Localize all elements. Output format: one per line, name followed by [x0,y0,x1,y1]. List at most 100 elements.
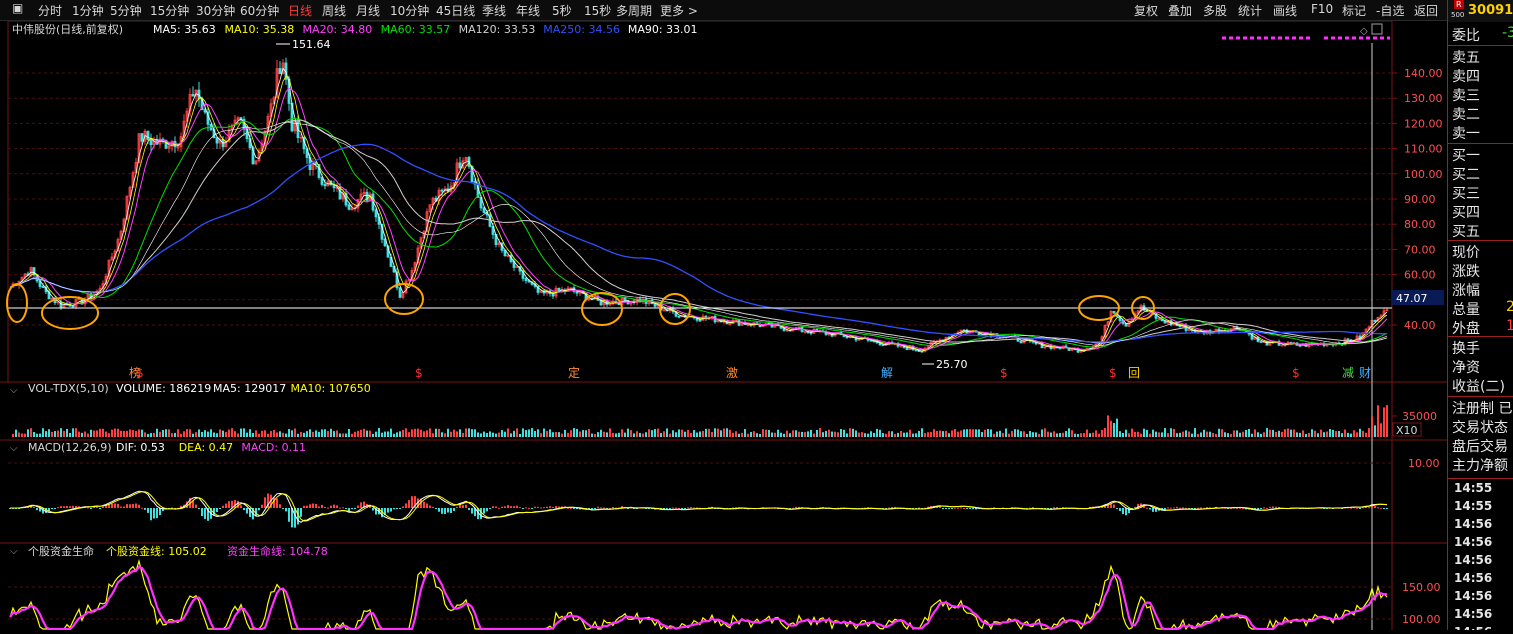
period-tab[interactable]: 5分钟 [110,2,142,19]
vol-indicator: MA5: 129017 [213,382,286,395]
fund-collapse-icon[interactable]: ⌵ [10,546,18,557]
volume-bar [471,429,473,437]
period-tab[interactable]: 1分钟 [72,2,104,19]
volume-bar [498,432,500,437]
macd-collapse-icon[interactable]: ⌵ [10,443,18,454]
macd-bar [672,507,674,509]
tick-time: 14:56 [1454,571,1493,585]
period-tab[interactable]: 分时 [38,2,62,19]
volume-bar [1320,429,1322,437]
event-marker[interactable]: $ [415,366,423,380]
volume-bar [873,432,875,437]
period-tab[interactable]: 15秒 [584,2,611,19]
period-tab[interactable]: 60分钟 [240,2,279,19]
event-marker[interactable]: 解 [881,366,893,380]
period-tab[interactable]: 15分钟 [150,2,189,19]
volume-bar [21,433,23,437]
price-ytick: 110.00 [1404,143,1443,156]
chart-area[interactable]: 中伟股份(日线,前复权) MA5: 35.63 MA10: 35.38 MA20: … [0,20,1447,631]
toolbar-button[interactable]: 多股 [1203,2,1227,19]
annotation-oval [6,283,28,323]
volume-bar [186,429,188,437]
macd-bar [939,506,941,508]
panel-toggle-icon[interactable]: ▣ [12,1,23,15]
macd-bar [201,508,203,517]
event-marker[interactable]: 定 [568,365,580,380]
candle-body [551,293,555,297]
ma-indicator: MA20: 34.80 [303,23,373,36]
volume-bar [1092,432,1094,437]
macd-bar [1197,507,1199,509]
event-marker[interactable]: 激 [726,366,738,380]
diamond-icon[interactable]: ◇ [1360,26,1368,37]
volume-bar [1365,432,1367,437]
period-tab[interactable]: 周线 [322,2,346,19]
volume-bar [330,428,332,437]
volume-bar [687,429,689,437]
macd-bar [318,506,320,508]
event-marker[interactable]: $ [1109,366,1117,380]
window-toggle-icon[interactable] [1371,23,1383,35]
candle-body [1298,344,1302,347]
macd-bar [234,499,236,508]
event-marker[interactable]: $ [1292,366,1300,380]
vol-collapse-icon[interactable]: ⌵ [10,385,18,396]
macd-bar [540,507,542,509]
info-label: 盘后交易 [1452,439,1508,455]
volume-bar [60,428,62,437]
period-tab[interactable]: 多周期 [616,2,652,19]
volume-bar [1071,430,1073,437]
event-marker[interactable]: 减 [1342,366,1354,380]
volume-bar [672,430,674,437]
period-tab[interactable]: 10分钟 [390,2,429,19]
volume-bar [768,430,770,437]
volume-bar [48,429,50,437]
toolbar-button[interactable]: F10 [1311,2,1333,16]
toolbar-button[interactable]: 复权 [1134,2,1158,19]
kline-chart-svg[interactable]: 中伟股份(日线,前复权) MA5: 35.63 MA10: 35.38 MA20: … [0,20,1447,631]
volume-bar [510,433,512,437]
period-tab[interactable]: 年线 [516,2,540,19]
ask-level-label: 卖五 [1452,50,1480,66]
macd-bar [1119,508,1121,512]
toolbar-button[interactable]: 标记 [1342,2,1366,19]
macd-bar [225,503,227,508]
volume-bar [1020,431,1022,437]
macd-bar [111,503,113,508]
period-tab[interactable]: 更多 > [660,2,698,19]
volume-bar [432,433,434,437]
period-tab[interactable]: 日线 [288,2,312,19]
event-marker[interactable]: 回 [1128,366,1140,380]
volume-bar [723,428,725,437]
volume-bar [1035,432,1037,437]
period-tab[interactable]: 5秒 [552,2,572,19]
macd-bar [204,508,206,519]
period-tab[interactable]: 30分钟 [196,2,235,19]
volume-bar [531,428,533,437]
volume-bar [1335,431,1337,437]
volume-bar [270,431,272,437]
volume-bar [411,429,413,437]
event-marker[interactable]: $ [1000,366,1008,380]
macd-panel-name: MACD(12,26,9) [28,441,112,454]
period-tab[interactable]: 月线 [356,2,380,19]
macd-bar [693,507,695,509]
ask-level-label: 卖二 [1452,107,1480,123]
toolbar-button[interactable]: 叠加 [1168,2,1192,19]
volume-bar [1098,433,1100,437]
volume-bar [792,430,794,437]
toolbar-button[interactable]: -自选 [1376,2,1404,19]
event-marker[interactable]: 财 [1359,366,1371,380]
period-tab[interactable]: 季线 [482,2,506,19]
volume-bar [744,429,746,437]
macd-bar [141,507,143,509]
volume-bar [522,428,524,437]
volume-bar [78,431,80,437]
volume-bar [231,428,233,437]
toolbar-button[interactable]: 画线 [1273,2,1297,19]
ma-indicator: MA10: 35.38 [225,23,295,36]
event-marker[interactable]: $ [136,366,144,380]
toolbar-button[interactable]: 返回 [1414,2,1438,19]
toolbar-button[interactable]: 统计 [1238,2,1262,19]
period-tab[interactable]: 45日线 [436,2,475,19]
